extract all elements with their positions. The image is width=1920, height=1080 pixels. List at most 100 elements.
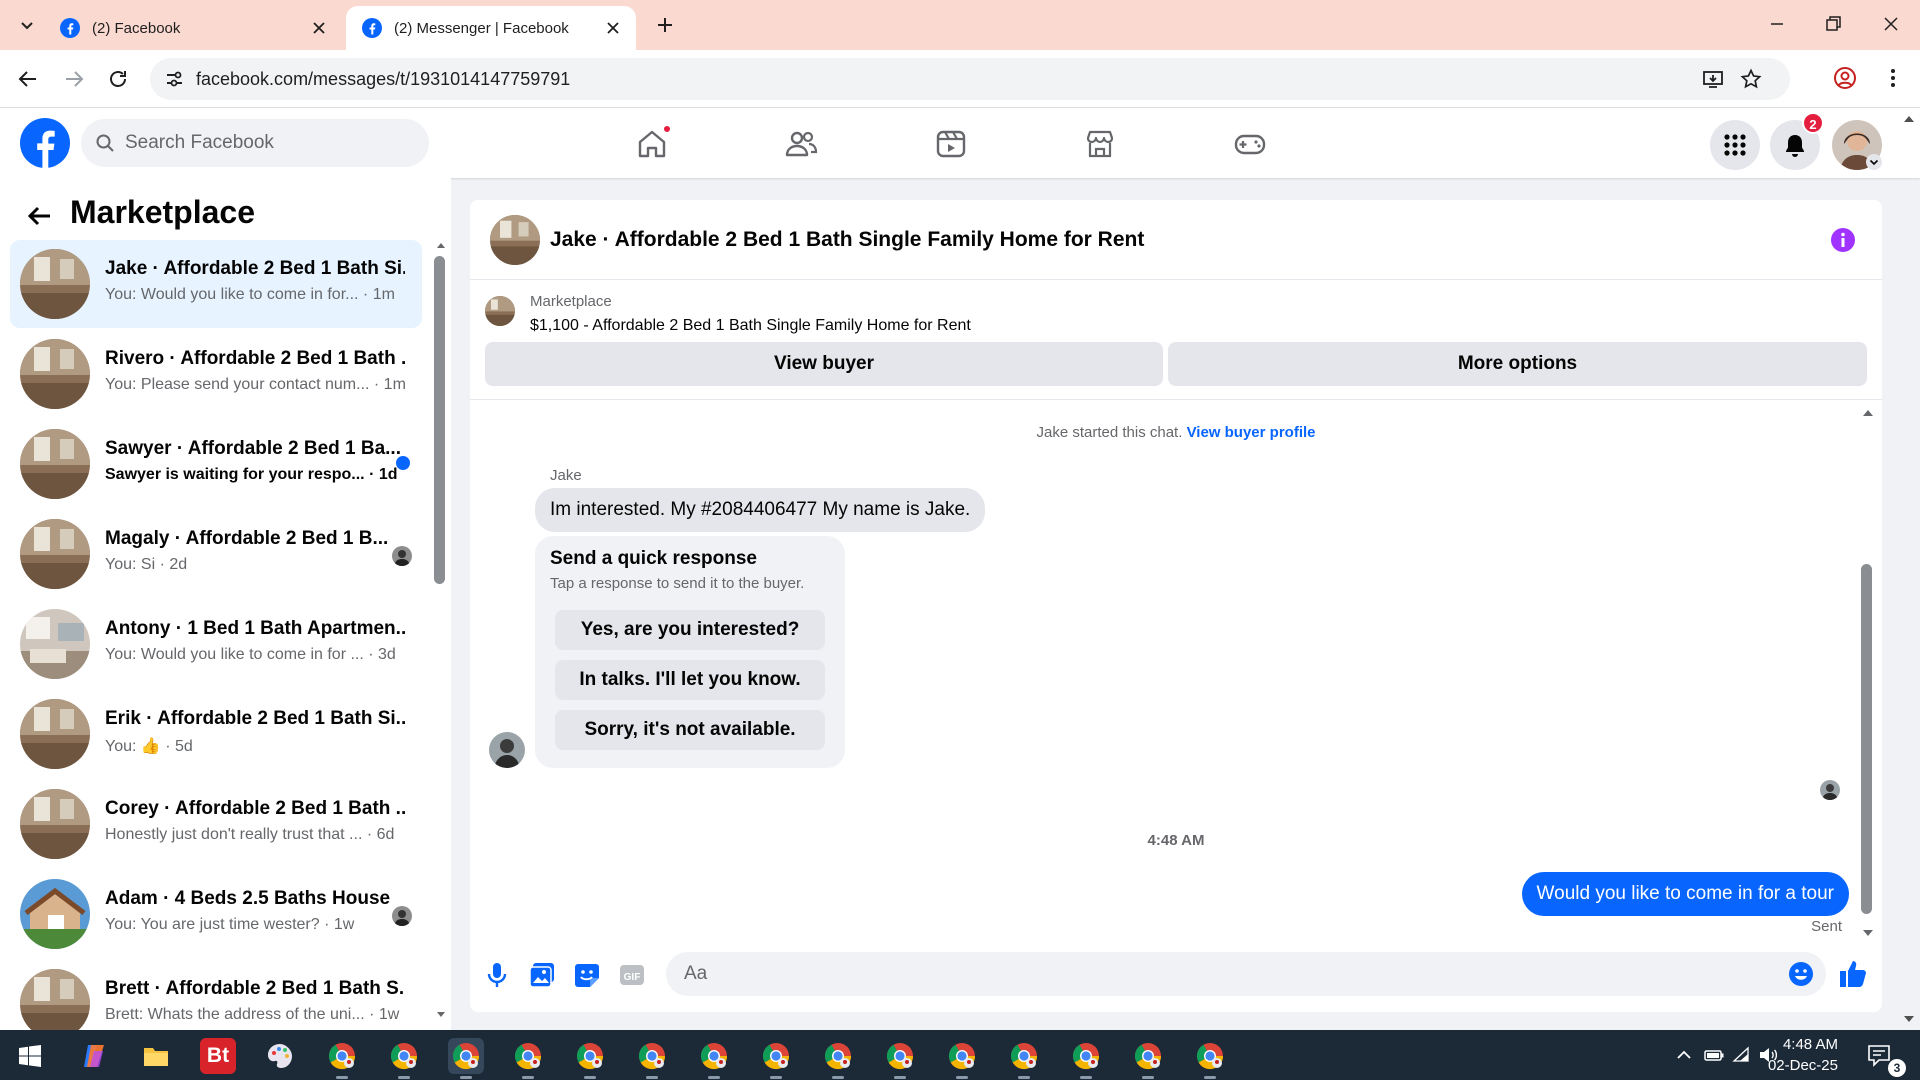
chrome-window-button[interactable]	[1068, 1038, 1104, 1079]
profile-icon[interactable]	[1832, 65, 1858, 91]
chrome-window-button[interactable]	[944, 1038, 980, 1079]
conversation-item[interactable]: Brett · Affordable 2 Bed 1 Bath S... Bret…	[10, 960, 422, 1030]
page-scroll-down-icon[interactable]	[1902, 1012, 1916, 1026]
back-arrow-icon[interactable]	[16, 67, 40, 91]
incoming-message[interactable]: Im interested. My #2084406477 My name is…	[535, 488, 986, 532]
battery-icon[interactable]	[1704, 1045, 1724, 1065]
scrollbar-thumb[interactable]	[434, 256, 445, 584]
svg-text:GIF: GIF	[624, 972, 641, 983]
listing-thumbnail[interactable]	[490, 215, 540, 265]
page-scroll-up-icon[interactable]	[1902, 112, 1916, 126]
wifi-icon[interactable]	[1732, 1045, 1752, 1065]
bt-app-button[interactable]: Bt	[200, 1038, 236, 1074]
url-text[interactable]: facebook.com/messages/t/1931014147759791	[196, 69, 570, 90]
conversation-title: Adam · 4 Beds 2.5 Baths House	[105, 888, 391, 909]
site-info-icon[interactable]	[164, 69, 184, 89]
chrome-icon	[1134, 1043, 1162, 1070]
close-tab-icon[interactable]	[310, 19, 328, 37]
emoji-icon[interactable]	[1788, 961, 1814, 987]
conversation-item[interactable]: Adam · 4 Beds 2.5 Baths House You: You ar…	[10, 870, 422, 958]
browser-tab-messenger[interactable]: (2) Messenger | Facebook	[346, 6, 636, 50]
nav-gaming[interactable]	[1190, 118, 1310, 170]
browser-menu-icon[interactable]	[1880, 65, 1906, 91]
conversation-item[interactable]: Sawyer · Affordable 2 Bed 1 Ba... Sawyer …	[10, 420, 422, 508]
view-buyer-button[interactable]: View buyer	[485, 342, 1163, 386]
paint-app-button[interactable]	[262, 1038, 298, 1074]
new-tab-icon[interactable]	[652, 12, 678, 38]
chrome-window-button[interactable]	[634, 1038, 670, 1079]
chrome-window-button[interactable]	[572, 1038, 608, 1079]
chevron-up-icon[interactable]	[1674, 1045, 1694, 1065]
conversation-item[interactable]: Magaly · Affordable 2 Bed 1 B... You: Si …	[10, 510, 422, 598]
nav-friends[interactable]	[741, 118, 861, 170]
conversation-snippet: You: 👍 · 5d	[105, 738, 193, 755]
restore-window-icon[interactable]	[1822, 13, 1844, 35]
chrome-window-button[interactable]	[696, 1038, 732, 1079]
chrome-window-button[interactable]	[324, 1038, 360, 1079]
conversation-snippet: Brett: Whats the address of the uni... ·…	[105, 1006, 400, 1023]
nav-marketplace[interactable]	[1040, 118, 1160, 170]
conversation-snippet: Honestly just don't really trust that ..…	[105, 826, 395, 843]
info-icon[interactable]	[1830, 227, 1856, 253]
forward-arrow-icon[interactable]	[62, 67, 86, 91]
search-input[interactable]	[125, 119, 415, 167]
start-button[interactable]	[12, 1038, 48, 1074]
quick-response-sorry-button[interactable]: Sorry, it's not available.	[555, 710, 825, 750]
thumbs-up-icon[interactable]	[1837, 958, 1869, 990]
back-arrow-icon[interactable]	[26, 202, 54, 230]
palette-icon	[268, 1044, 292, 1068]
view-buyer-profile-link[interactable]: View buyer profile	[1187, 424, 1316, 441]
photo-icon[interactable]	[527, 960, 557, 990]
outgoing-message[interactable]: Would you like to come in for a tour	[1521, 872, 1849, 916]
quick-response-yes-button[interactable]: Yes, are you interested?	[555, 610, 825, 650]
nav-video[interactable]	[891, 118, 1011, 170]
browser-tab-facebook[interactable]: (2) Facebook	[44, 6, 342, 50]
menu-button[interactable]	[1710, 120, 1760, 170]
reload-icon[interactable]	[106, 67, 130, 91]
chrome-window-button[interactable]	[386, 1038, 422, 1079]
seen-avatar	[392, 546, 412, 566]
chrome-window-button[interactable]	[758, 1038, 794, 1079]
taskbar-clock-time[interactable]: 4:48 AM	[1783, 1036, 1838, 1053]
facebook-logo-icon[interactable]	[20, 118, 70, 168]
bookmark-star-icon[interactable]	[1740, 68, 1762, 90]
microphone-icon[interactable]	[482, 960, 512, 990]
chrome-window-button[interactable]	[1192, 1038, 1228, 1079]
tab-search-icon[interactable]	[14, 12, 40, 38]
chrome-icon	[1196, 1043, 1224, 1070]
chrome-window-button[interactable]	[1130, 1038, 1166, 1079]
more-options-button[interactable]: More options	[1168, 342, 1867, 386]
copilot-button[interactable]	[76, 1038, 112, 1074]
chat-scrollbar-thumb[interactable]	[1861, 564, 1872, 914]
chrome-window-button[interactable]	[820, 1038, 856, 1079]
conversation-item[interactable]: Rivero · Affordable 2 Bed 1 Bath ... You:…	[10, 330, 422, 418]
close-tab-icon[interactable]	[604, 19, 622, 37]
gif-icon[interactable]: GIF	[617, 960, 647, 990]
conversation-thumbnail	[20, 699, 90, 769]
taskbar-clock-date[interactable]: 02-Dec-25	[1768, 1057, 1838, 1074]
sender-avatar[interactable]	[489, 732, 525, 768]
quick-response-talks-button[interactable]: In talks. I'll let you know.	[555, 660, 825, 700]
account-chevron-down-icon[interactable]	[1866, 154, 1882, 170]
chrome-window-button[interactable]	[882, 1038, 918, 1079]
install-app-icon[interactable]	[1702, 68, 1724, 90]
chrome-icon	[824, 1043, 852, 1070]
facebook-search[interactable]	[81, 119, 429, 167]
chrome-window-button[interactable]	[1006, 1038, 1042, 1079]
conversation-item[interactable]: Corey · Affordable 2 Bed 1 Bath ... Hones…	[10, 780, 422, 868]
chrome-window-button[interactable]	[510, 1038, 546, 1079]
nav-home[interactable]	[592, 118, 712, 170]
chrome-window-button[interactable]	[448, 1038, 484, 1079]
conversation-title: Erik · Affordable 2 Bed 1 Bath Si...	[105, 708, 405, 729]
chat-title[interactable]: Jake · Affordable 2 Bed 1 Bath Single Fa…	[550, 228, 1144, 252]
conversation-item[interactable]: Jake · Affordable 2 Bed 1 Bath Si... You:…	[10, 240, 422, 328]
close-window-icon[interactable]	[1880, 13, 1902, 35]
file-explorer-button[interactable]	[138, 1038, 174, 1074]
address-bar[interactable]: facebook.com/messages/t/1931014147759791	[150, 58, 1790, 100]
conversation-item[interactable]: Antony · 1 Bed 1 Bath Apartmen... You: Wo…	[10, 600, 422, 688]
sticker-icon[interactable]	[572, 960, 602, 990]
message-input[interactable]	[666, 952, 1826, 996]
minimize-window-icon[interactable]	[1766, 13, 1788, 35]
listing-price-title[interactable]: $1,100 - Affordable 2 Bed 1 Bath Single …	[530, 317, 971, 335]
conversation-item[interactable]: Erik · Affordable 2 Bed 1 Bath Si... You:…	[10, 690, 422, 778]
